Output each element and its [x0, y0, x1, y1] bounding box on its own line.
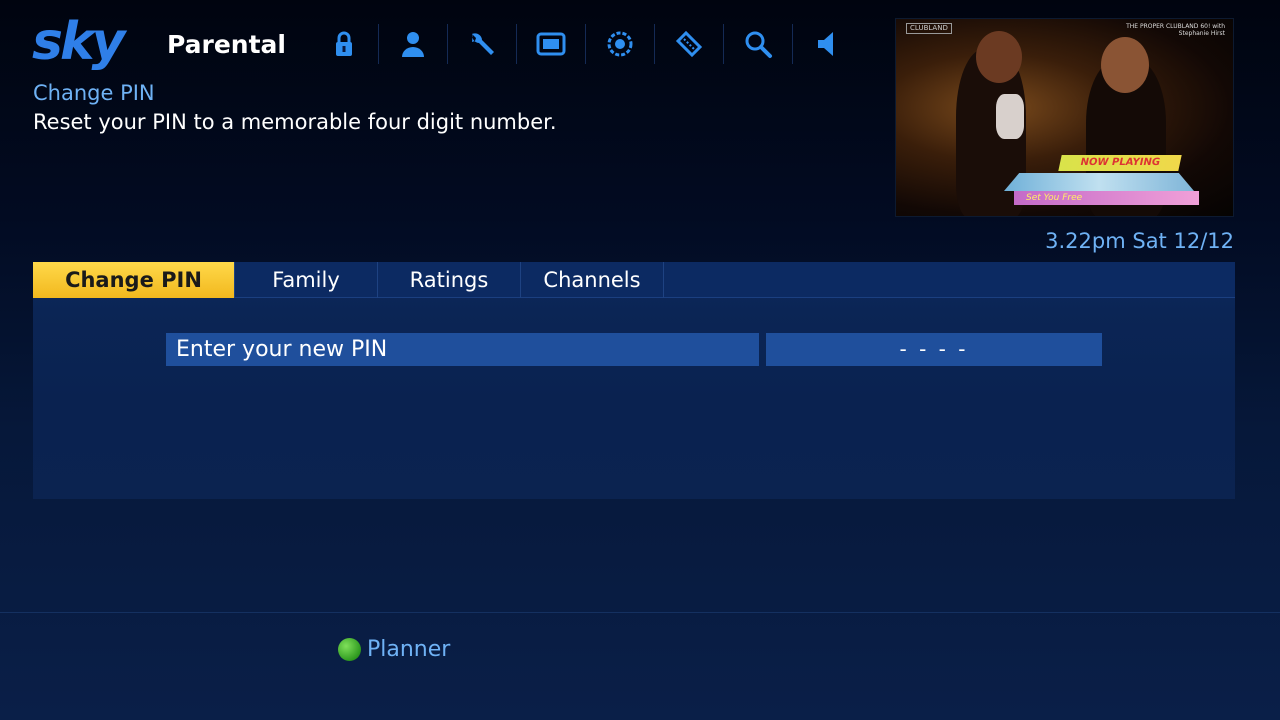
clock-datetime: 3.22pm Sat 12/12 [1045, 229, 1234, 253]
preview-figure [1101, 37, 1149, 93]
pin-entry-row: Enter your new PIN - - - - [166, 333, 1102, 366]
speaker-icon[interactable] [793, 24, 862, 64]
record-dial-icon[interactable] [586, 24, 655, 64]
tab-family[interactable]: Family [235, 262, 378, 298]
info-title: Change PIN [33, 81, 155, 105]
sky-logo: sky [32, 12, 125, 72]
info-description: Reset your PIN to a memorable four digit… [33, 110, 557, 134]
preview-channel-logo: CLUBLAND [906, 23, 952, 34]
tv-screen-icon[interactable] [517, 24, 586, 64]
wrench-icon[interactable] [448, 24, 517, 64]
top-icon-bar [310, 24, 862, 64]
footer-divider [0, 612, 1280, 613]
green-button-icon [338, 637, 361, 661]
preview-figure [976, 31, 1022, 83]
tab-bar: Change PIN Family Ratings Channels [33, 262, 1235, 298]
tab-change-pin[interactable]: Change PIN [33, 262, 235, 298]
tab-ratings[interactable]: Ratings [378, 262, 521, 298]
parental-panel: Change PIN Family Ratings Channels Enter… [33, 262, 1235, 499]
pin-entry-field[interactable]: - - - - [766, 333, 1102, 366]
tab-channels[interactable]: Channels [521, 262, 664, 298]
preview-show-caption: THE PROPER CLUBLAND 60! with Stephanie H… [1126, 23, 1225, 37]
planner-label: Planner [367, 636, 451, 662]
section-title: Parental [167, 30, 286, 59]
preview-figure [996, 94, 1024, 139]
search-icon[interactable] [724, 24, 793, 64]
now-playing-label: NOW PLAYING [1058, 155, 1182, 171]
lock-icon[interactable] [310, 24, 379, 64]
person-icon[interactable] [379, 24, 448, 64]
tv-preview-window: CLUBLAND THE PROPER CLUBLAND 60! with St… [895, 18, 1234, 217]
planner-button[interactable]: Planner [338, 634, 450, 664]
now-playing-banner: NOW PLAYING Set You Free [1004, 153, 1204, 213]
pin-entry-label: Enter your new PIN [166, 333, 759, 366]
now-playing-song: Set You Free [1014, 191, 1199, 205]
ticket-icon[interactable] [655, 24, 724, 64]
now-playing-decoration [1004, 173, 1194, 191]
